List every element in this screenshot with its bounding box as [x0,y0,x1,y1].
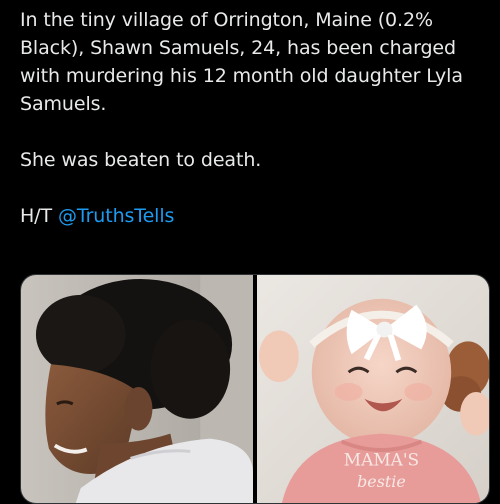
tweet: In the tiny village of Orrington, Maine … [0,0,500,504]
tweet-paragraph-1: In the tiny village of Orrington, Maine … [20,9,463,115]
hat-tip-line: H/T @TruthsTells [20,202,490,230]
photo-baby-image: MAMA'S bestie [257,275,489,503]
tweet-paragraph-2: She was beaten to death. [20,149,262,171]
shirt-text-line1: MAMA'S [344,449,419,469]
shirt-text-line2: bestie [357,472,406,491]
photo-man-image [21,275,253,503]
photo-man[interactable] [21,275,253,503]
photo-baby[interactable]: MAMA'S bestie [257,275,489,503]
mention-link[interactable]: @TruthsTells [58,205,174,227]
media-grid: MAMA'S bestie [20,274,490,504]
hat-tip-prefix: H/T [20,205,52,227]
tweet-text: In the tiny village of Orrington, Maine … [20,6,490,230]
